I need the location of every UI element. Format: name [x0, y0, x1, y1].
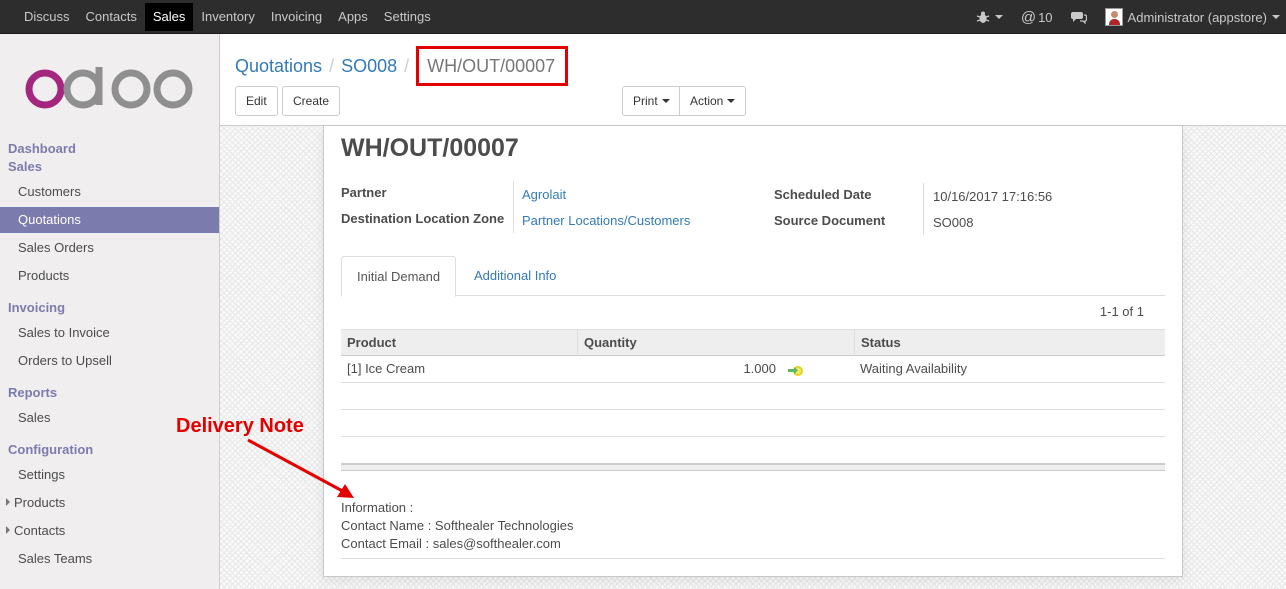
bug-icon: [976, 11, 990, 23]
breadcrumb-current: WH/OUT/00007: [416, 46, 569, 86]
note-line: Information :: [341, 500, 414, 515]
edit-button[interactable]: Edit: [235, 86, 278, 116]
cell-quantity: 1.000: [743, 361, 776, 376]
caret-right-icon: [6, 526, 10, 534]
arrow-icon: [247, 438, 354, 498]
table-row-empty: [341, 410, 1165, 437]
sidebar-section-configuration: Configuration: [8, 442, 94, 457]
source-document-label: Source Document: [774, 213, 886, 228]
sidebar-section-reports: Reports: [8, 385, 58, 400]
chat-icon: [1070, 12, 1087, 24]
action-label: Action: [690, 94, 724, 108]
notebook-tabs: Initial Demand Additional Info: [341, 256, 1165, 297]
source-document-value: SO008: [933, 215, 974, 230]
scheduled-date-value: 10/16/2017 17:16:56: [933, 189, 1053, 204]
chat-menu[interactable]: [1070, 10, 1087, 24]
sidebar-item-sales-teams[interactable]: Sales Teams: [0, 546, 219, 572]
column-status[interactable]: Status: [854, 330, 1165, 356]
print-label: Print: [633, 94, 658, 108]
menu-discuss[interactable]: Discuss: [16, 3, 78, 31]
menu-invoicing[interactable]: Invoicing: [263, 3, 330, 31]
table-row-empty: [341, 383, 1165, 410]
breadcrumb: Quotations / SO008 / WH/OUT/00007: [235, 46, 569, 86]
destination-zone-label: Destination Location Zone: [341, 211, 505, 226]
systray: @ 10 Administrator (appstore): [958, 3, 1280, 31]
sidebar-item-customers[interactable]: Customers: [0, 179, 219, 205]
user-menu[interactable]: Administrator (appstore): [1104, 8, 1280, 26]
column-product[interactable]: Product: [341, 330, 577, 356]
user-name: Administrator (appstore): [1127, 9, 1267, 25]
sidebar-section-invoicing: Invoicing: [8, 300, 66, 315]
control-panel: Quotations / SO008 / WH/OUT/00007 Edit C…: [220, 34, 1286, 126]
menu-settings[interactable]: Settings: [376, 3, 439, 31]
sidebar-item-settings[interactable]: Settings: [0, 462, 219, 488]
avatar: [1104, 8, 1123, 26]
at-icon: @: [1020, 8, 1037, 26]
sidebar-item-sales-orders[interactable]: Sales Orders: [0, 235, 219, 261]
table-row-empty: [341, 437, 1165, 464]
table-header: Product Quantity Status: [341, 329, 1165, 356]
breadcrumb-quotations[interactable]: Quotations: [235, 56, 322, 77]
breadcrumb-so008[interactable]: SO008: [341, 56, 397, 77]
content-area: WH/OUT/00007 Partner Agrolait Destinatio…: [220, 126, 1286, 589]
top-navbar: Discuss Contacts Sales Inventory Invoici…: [0, 0, 1286, 34]
table-row[interactable]: [1] Ice Cream 1.000 Waiting Availability: [341, 356, 1165, 383]
main-menu: Discuss Contacts Sales Inventory Invoici…: [16, 3, 439, 31]
cell-product: [1] Ice Cream: [347, 361, 426, 376]
chevron-down-icon: [727, 99, 736, 103]
sidebar-item-sales-to-invoice[interactable]: Sales to Invoice: [0, 320, 219, 346]
delivery-note: Information : Contact Name : Softhealer …: [341, 499, 573, 553]
note-line: Contact Name : Softhealer Technologies: [341, 518, 574, 533]
sidebar-item-orders-to-upsell[interactable]: Orders to Upsell: [0, 348, 219, 374]
activity-menu[interactable]: @ 10: [1021, 9, 1053, 26]
field-divider: [513, 181, 514, 233]
tab-additional-info[interactable]: Additional Info: [459, 256, 571, 297]
pager-value[interactable]: 1-1 of 1: [1100, 304, 1144, 319]
sidebar-section-dashboard[interactable]: Dashboard: [8, 141, 76, 156]
chevron-down-icon: [994, 15, 1003, 19]
sidebar-item-label: Products: [14, 495, 66, 510]
caret-right-icon: [6, 498, 10, 506]
table-footer: [341, 463, 1165, 471]
breadcrumb-separator: /: [329, 55, 335, 76]
print-button[interactable]: Print: [622, 86, 681, 116]
field-divider: [923, 183, 924, 235]
chevron-down-icon: [1272, 15, 1280, 19]
destination-zone-value[interactable]: Partner Locations/Customers: [522, 213, 690, 228]
menu-inventory[interactable]: Inventory: [193, 3, 262, 31]
annotation-label: Delivery Note: [176, 415, 304, 437]
menu-contacts[interactable]: Contacts: [78, 3, 145, 31]
menu-apps[interactable]: Apps: [330, 3, 376, 31]
create-button[interactable]: Create: [282, 86, 341, 116]
moves-forecast-icon[interactable]: [787, 356, 805, 382]
tab-initial-demand[interactable]: Initial Demand: [341, 256, 457, 297]
breadcrumb-separator: /: [404, 55, 410, 76]
messages-count: 10: [1038, 9, 1053, 25]
cell-status: Waiting Availability: [860, 361, 967, 376]
sidebar-item-label: Contacts: [14, 523, 66, 538]
sidebar: Dashboard Sales Customers Quotations Sal…: [0, 34, 220, 589]
divider: [341, 558, 1165, 559]
action-button[interactable]: Action: [679, 86, 747, 116]
partner-value[interactable]: Agrolait: [522, 187, 566, 202]
form-sheet: WH/OUT/00007 Partner Agrolait Destinatio…: [323, 126, 1183, 577]
sidebar-item-quotations[interactable]: Quotations: [0, 207, 219, 233]
sidebar-item-config-contacts[interactable]: Contacts: [0, 518, 219, 544]
column-quantity[interactable]: Quantity: [577, 330, 855, 356]
scheduled-date-label: Scheduled Date: [774, 187, 872, 202]
moves-forecast-icon: [788, 365, 803, 376]
sidebar-item-config-products[interactable]: Products: [0, 490, 219, 516]
note-line: Contact Email : sales@softhealer.com: [341, 536, 561, 551]
record-title: WH/OUT/00007: [341, 134, 519, 162]
odoo-logo[interactable]: [25, 67, 195, 112]
chevron-down-icon: [661, 99, 670, 103]
sidebar-item-products[interactable]: Products: [0, 263, 219, 289]
sidebar-section-sales: Sales: [8, 159, 42, 174]
menu-sales[interactable]: Sales: [144, 3, 194, 31]
debug-menu[interactable]: [976, 10, 1003, 24]
partner-label: Partner: [341, 185, 387, 200]
